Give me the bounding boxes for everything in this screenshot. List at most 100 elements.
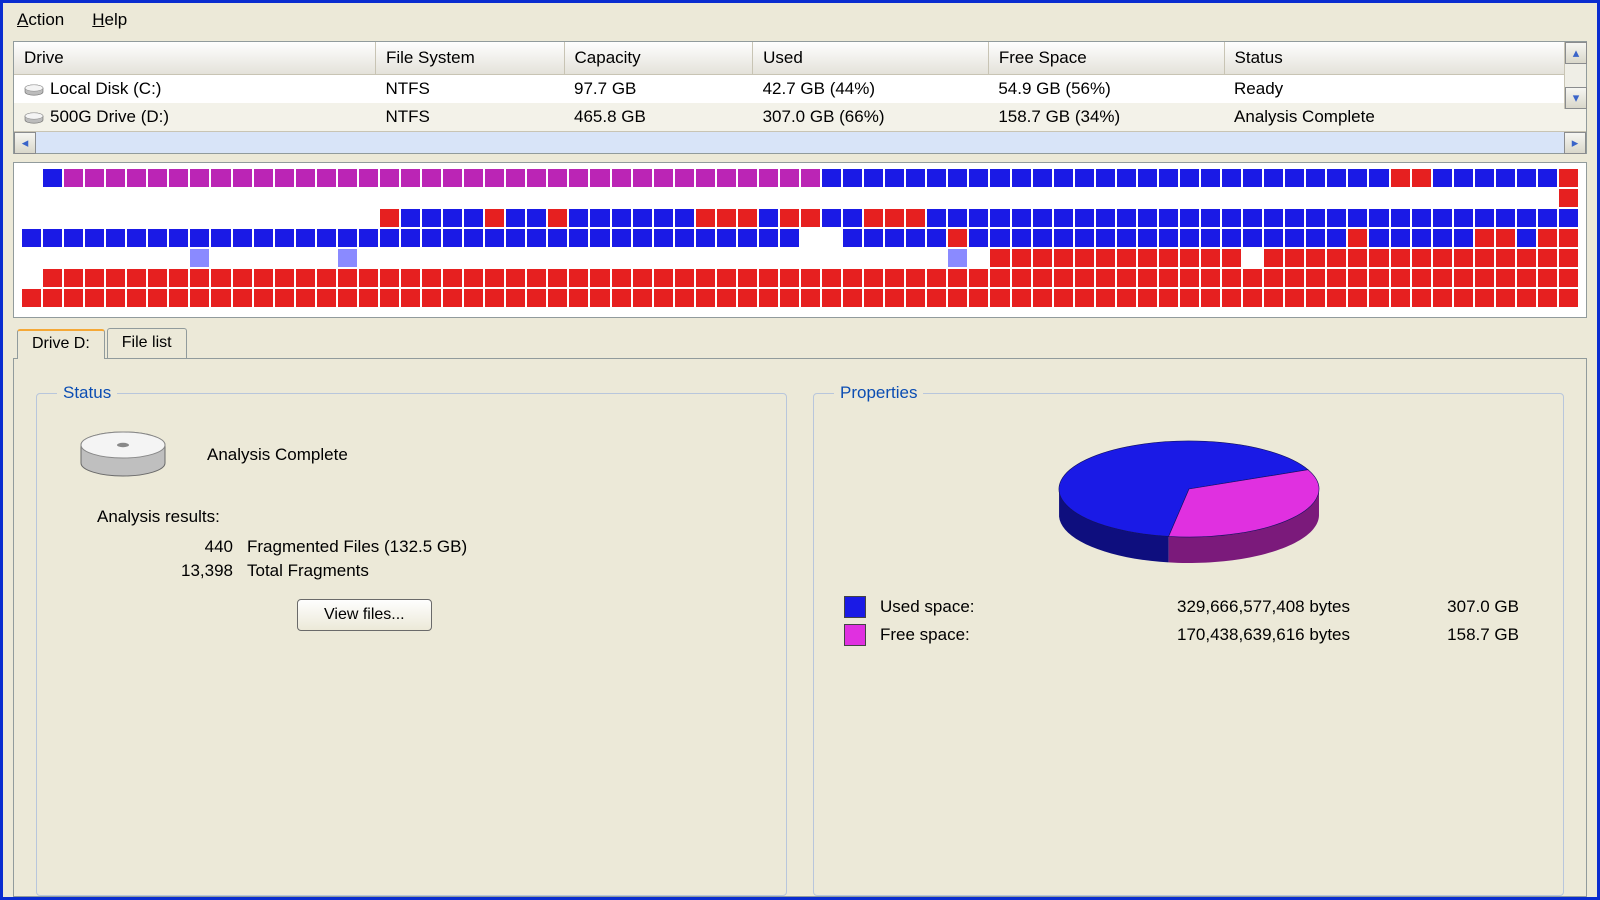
frag-cell <box>422 249 441 267</box>
frag-cell <box>211 189 230 207</box>
frag-cell <box>338 229 357 247</box>
frag-cell <box>338 249 357 267</box>
frag-cell <box>1012 169 1031 187</box>
frag-cell <box>633 269 652 287</box>
frag-cell <box>359 269 378 287</box>
frag-cell <box>612 289 631 307</box>
drive-row[interactable]: 500G Drive (D:)NTFS465.8 GB307.0 GB (66%… <box>14 103 1586 131</box>
frag-cell <box>780 289 799 307</box>
frag-cell <box>843 229 862 247</box>
tab-file-list[interactable]: File list <box>107 328 187 358</box>
frag-cell <box>85 169 104 187</box>
frag-cell <box>654 269 673 287</box>
frag-cell <box>1538 289 1557 307</box>
free-label: Free space: <box>880 625 1050 645</box>
menu-action[interactable]: Action <box>9 8 72 32</box>
frag-cell <box>633 229 652 247</box>
frag-cell <box>1201 269 1220 287</box>
col-status[interactable]: Status <box>1224 42 1585 75</box>
frag-cell <box>1559 169 1578 187</box>
frag-cell <box>1180 289 1199 307</box>
frag-cell <box>590 169 609 187</box>
drive-capacity: 97.7 GB <box>564 75 753 104</box>
status-text: Analysis Complete <box>207 445 348 465</box>
col-filesystem[interactable]: File System <box>375 42 564 75</box>
frag-cell <box>43 289 62 307</box>
frag-cell <box>1496 269 1515 287</box>
frag-cell <box>443 289 462 307</box>
frag-cell <box>1475 209 1494 227</box>
free-bytes: 170,438,639,616 bytes <box>1050 625 1350 645</box>
view-files-button[interactable]: View files... <box>297 599 432 631</box>
frag-cell <box>906 169 925 187</box>
scroll-down-icon[interactable]: ▾ <box>1565 87 1587 109</box>
col-drive[interactable]: Drive <box>14 42 375 75</box>
drive-status: Analysis Complete <box>1224 103 1585 131</box>
frag-cell <box>1412 209 1431 227</box>
scroll-left-icon[interactable]: ◂ <box>14 132 36 154</box>
frag-cell <box>885 189 904 207</box>
frag-cell <box>906 249 925 267</box>
col-free[interactable]: Free Space <box>988 42 1224 75</box>
frag-cell <box>254 189 273 207</box>
frag-cell <box>927 189 946 207</box>
frag-cell <box>1075 249 1094 267</box>
frag-cell <box>906 209 925 227</box>
frag-cell <box>485 289 504 307</box>
frag-cell <box>1075 229 1094 247</box>
frag-cell <box>1391 169 1410 187</box>
frag-cell <box>822 289 841 307</box>
frag-cell <box>1033 229 1052 247</box>
frag-cell <box>233 229 252 247</box>
tab-drive-d[interactable]: Drive D: <box>17 329 105 359</box>
col-used[interactable]: Used <box>753 42 989 75</box>
frag-cell <box>317 169 336 187</box>
frag-cell <box>275 229 294 247</box>
drive-list-vscroll[interactable]: ▴ ▾ <box>1564 42 1586 109</box>
frag-cell <box>843 249 862 267</box>
col-capacity[interactable]: Capacity <box>564 42 753 75</box>
frag-cell <box>1306 169 1325 187</box>
frag-cell <box>590 209 609 227</box>
frag-cell <box>1012 249 1031 267</box>
frag-cell <box>1517 249 1536 267</box>
frag-cell <box>885 169 904 187</box>
frag-cell <box>843 189 862 207</box>
frag-cell <box>759 209 778 227</box>
frag-cell <box>927 229 946 247</box>
frag-cell <box>885 229 904 247</box>
frag-cell <box>822 269 841 287</box>
frag-cell <box>1117 169 1136 187</box>
frag-cell <box>1012 269 1031 287</box>
drive-table[interactable]: Drive File System Capacity Used Free Spa… <box>14 42 1586 131</box>
frag-cell <box>927 209 946 227</box>
scroll-right-icon[interactable]: ▸ <box>1564 132 1586 154</box>
frag-cell <box>359 209 378 227</box>
frag-cell <box>317 209 336 227</box>
frag-cell <box>1117 189 1136 207</box>
frag-cell <box>127 189 146 207</box>
drive-row[interactable]: Local Disk (C:)NTFS97.7 GB42.7 GB (44%)5… <box>14 75 1586 104</box>
frag-cell <box>443 209 462 227</box>
scroll-up-icon[interactable]: ▴ <box>1565 42 1587 64</box>
frag-cell <box>1222 189 1241 207</box>
frag-cell <box>969 169 988 187</box>
frag-cell <box>843 169 862 187</box>
frag-cell <box>1033 189 1052 207</box>
frag-cell <box>380 189 399 207</box>
frag-cell <box>64 229 83 247</box>
frag-cell <box>780 229 799 247</box>
drive-list-hscroll[interactable]: ◂ ▸ <box>14 131 1586 153</box>
frag-cell <box>927 269 946 287</box>
frag-cell <box>359 189 378 207</box>
menu-help[interactable]: Help <box>84 8 135 32</box>
frag-cell <box>1075 169 1094 187</box>
frag-cell <box>64 289 83 307</box>
legend-row-used: Used space: 329,666,577,408 bytes 307.0 … <box>844 596 1533 618</box>
frag-cell <box>1433 289 1452 307</box>
frag-cell <box>801 289 820 307</box>
frag-cell <box>801 249 820 267</box>
frag-cell <box>569 209 588 227</box>
frag-cell <box>1096 289 1115 307</box>
frag-cell <box>1559 189 1578 207</box>
